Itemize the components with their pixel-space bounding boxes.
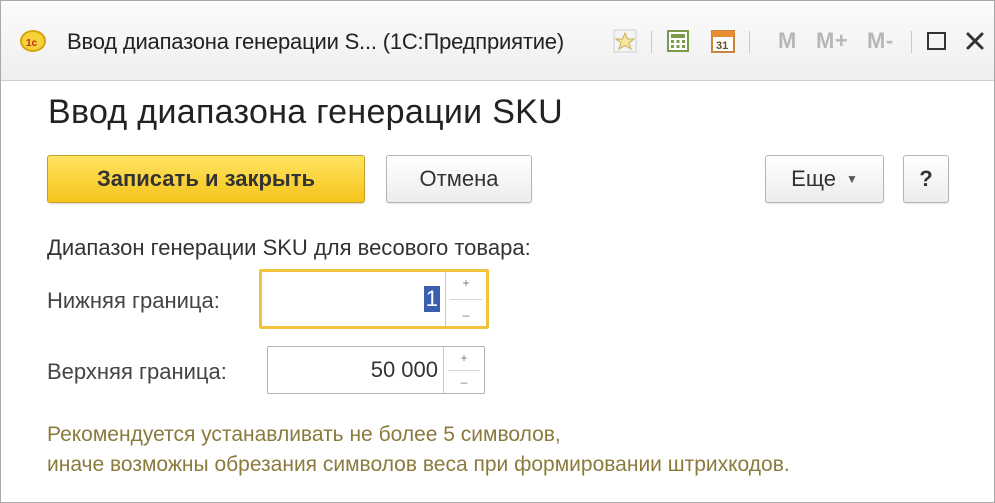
upper-bound-value[interactable]: 50 000 — [371, 347, 438, 393]
calendar-icon[interactable]: 31 — [710, 27, 736, 55]
cancel-label: Отмена — [419, 166, 499, 191]
favorites-star-icon[interactable] — [613, 27, 637, 55]
toolbar-separator — [911, 31, 912, 53]
help-button[interactable]: ? — [903, 155, 949, 203]
save-and-close-button[interactable]: Записать и закрыть — [47, 155, 365, 203]
calculator-icon[interactable] — [666, 27, 690, 55]
lower-bound-stepper[interactable]: + – — [445, 272, 486, 326]
upper-bound-stepper[interactable]: + – — [443, 347, 484, 393]
memory-m-button[interactable]: M — [778, 28, 797, 54]
memory-minus-button[interactable]: M- — [867, 28, 894, 54]
spinner-up-icon[interactable]: + — [446, 276, 486, 290]
memory-plus-button[interactable]: M+ — [816, 28, 848, 54]
1c-logo-icon[interactable]: 1c — [20, 30, 46, 52]
lower-bound-label: Нижняя граница: — [47, 288, 220, 313]
recommendation-note-line1: Рекомендуется устанавливать не более 5 с… — [47, 423, 561, 446]
toolbar-separator — [651, 31, 652, 53]
toolbar-separator — [749, 31, 750, 53]
spinner-down-icon[interactable]: – — [444, 375, 484, 389]
more-label: Еще — [791, 166, 836, 191]
svg-text:1c: 1c — [26, 38, 38, 49]
more-menu-button[interactable]: Еще ▼ — [765, 155, 884, 203]
spinner-divider — [448, 370, 480, 371]
save-and-close-label: Записать и закрыть — [96, 166, 316, 191]
lower-bound-value[interactable]: 1 — [423, 272, 440, 326]
dialog-window: 1c Ввод диапазона генерации S... (1С:Пре… — [0, 0, 995, 503]
cancel-button[interactable]: Отмена — [386, 155, 532, 203]
upper-bound-field[interactable]: 50 000 + – — [267, 346, 485, 394]
svg-text:31: 31 — [716, 40, 728, 52]
title-bar: 1c Ввод диапазона генерации S... (1С:Пре… — [1, 1, 994, 81]
chevron-down-icon: ▼ — [845, 172, 858, 186]
spinner-divider — [450, 299, 482, 300]
maximize-icon[interactable] — [925, 27, 949, 55]
form-title: Ввод диапазона генерации SKU — [48, 93, 564, 131]
upper-bound-label: Верхняя граница: — [47, 359, 227, 384]
window-title: Ввод диапазона генерации S... (1С:Предпр… — [67, 29, 564, 54]
recommendation-note-line2: иначе возможны обрезания символов веса п… — [47, 453, 790, 476]
spinner-up-icon[interactable]: + — [444, 351, 484, 365]
lower-bound-field[interactable]: 1 + – — [259, 269, 489, 329]
help-label: ? — [919, 166, 933, 191]
group-caption: Диапазон генерации SKU для весового това… — [47, 235, 531, 260]
close-icon[interactable] — [963, 27, 987, 55]
spinner-down-icon[interactable]: – — [446, 308, 486, 322]
